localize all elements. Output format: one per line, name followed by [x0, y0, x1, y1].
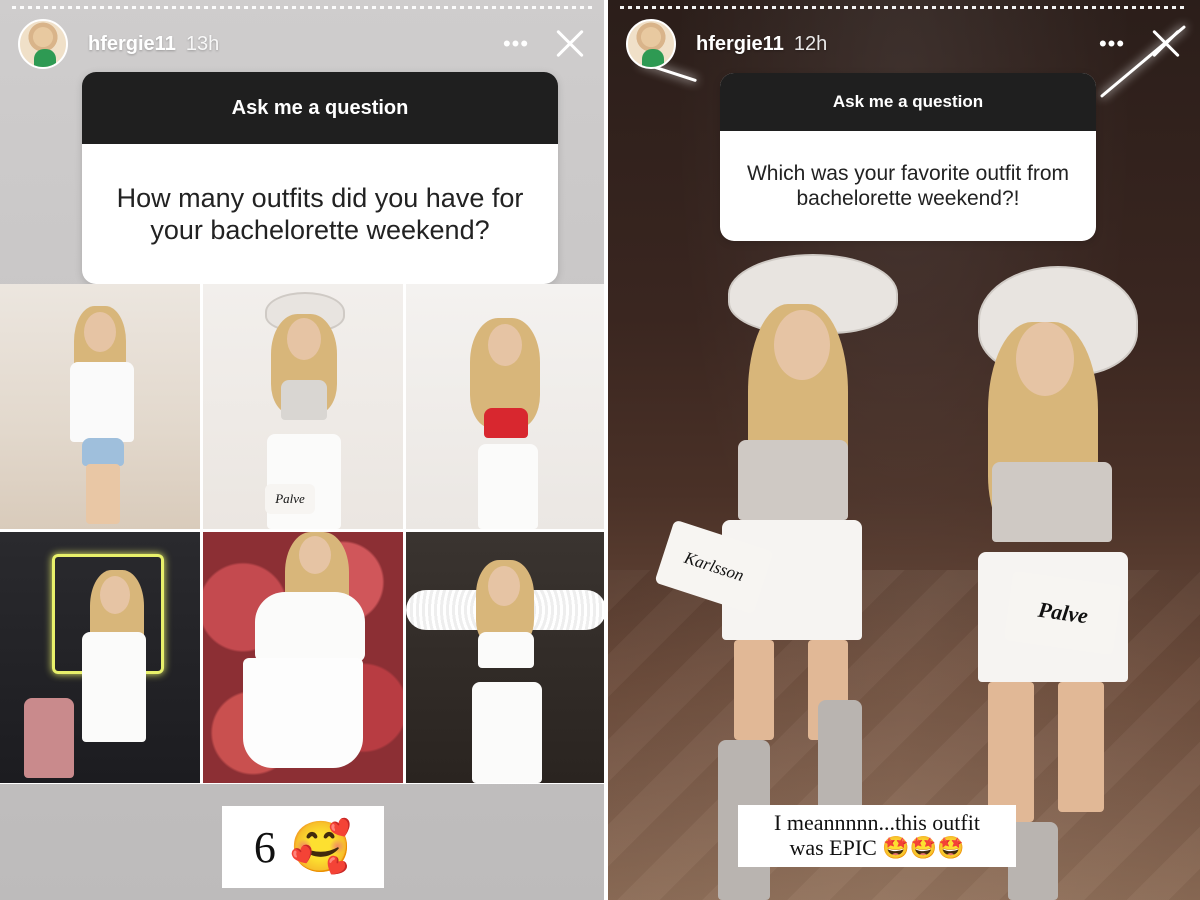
story-header: hfergie11 12h ••• — [626, 16, 1188, 72]
profile-avatar[interactable] — [18, 19, 68, 69]
purse-right-label: Palve — [1003, 570, 1123, 656]
answer-number: 6 — [253, 822, 276, 872]
photo-purse-label: Palve — [265, 484, 315, 514]
username[interactable]: hfergie11 — [88, 33, 176, 56]
question-sticker: Ask me a question Which was your favorit… — [720, 73, 1096, 241]
story-progress-bar — [620, 6, 1188, 9]
username[interactable]: hfergie11 — [696, 33, 784, 56]
photo-woman-left: Karlsson — [654, 250, 898, 900]
outfit-photo-grid: Palve — [0, 284, 604, 784]
outfit-photo-1 — [0, 284, 200, 529]
question-sticker-text: How many outfits did you have for your b… — [116, 182, 524, 245]
timestamp: 12h — [793, 32, 828, 55]
outfit-photo-5 — [203, 532, 403, 783]
more-options-icon[interactable]: ••• — [496, 24, 536, 64]
profile-avatar[interactable] — [626, 19, 676, 69]
answer-sticker: I meannnnn...this outfit was EPIC 🤩🤩🤩 — [738, 805, 1016, 867]
answer-line-1: I meannnnn...this outfit — [774, 810, 980, 835]
outfit-photo-3 — [406, 284, 604, 529]
close-icon[interactable] — [548, 22, 592, 66]
answer-line-2: was EPIC 🤩🤩🤩 — [789, 835, 965, 861]
story-left: hfergie11 13h ••• Ask me a question How … — [0, 0, 604, 900]
story-progress-bar — [12, 6, 592, 9]
answer-sticker: 6 🥰 — [222, 806, 384, 888]
close-icon[interactable] — [1144, 22, 1188, 66]
story-right: hfergie11 12h ••• Ask me a question Whic… — [608, 0, 1200, 900]
smiling-face-with-hearts-icon: 🥰 — [289, 819, 353, 875]
outfit-photo-4 — [0, 532, 200, 783]
outfit-photo-6 — [406, 532, 604, 783]
timestamp: 13h — [185, 32, 220, 55]
story-header: hfergie11 13h ••• — [18, 16, 592, 72]
more-options-icon[interactable]: ••• — [1092, 24, 1132, 64]
question-sticker-title: Ask me a question — [82, 72, 558, 144]
question-sticker: Ask me a question How many outfits did y… — [82, 72, 558, 284]
question-sticker-text: Which was your favorite outfit from bach… — [746, 161, 1070, 210]
outfit-photo-2: Palve — [203, 284, 403, 529]
question-sticker-title: Ask me a question — [720, 73, 1096, 131]
